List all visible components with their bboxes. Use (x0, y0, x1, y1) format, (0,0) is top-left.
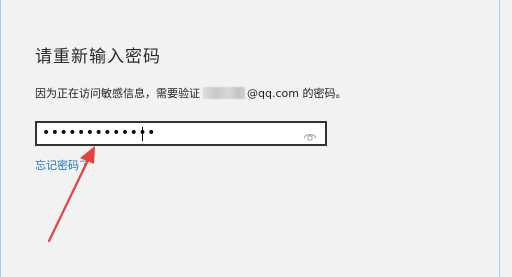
message-suffix: @qq.com 的密码。 (247, 87, 347, 100)
verification-message: 因为正在访问敏感信息，需要验证 @qq.com 的密码。 (35, 85, 346, 101)
dialog-title: 请重新输入密码 (35, 47, 161, 67)
eye-icon[interactable] (303, 128, 317, 141)
annotation-arrow (47, 146, 95, 243)
redacted-account (203, 87, 245, 99)
text-caret (142, 127, 143, 141)
password-value: ••••••••••••• (42, 125, 156, 141)
message-prefix: 因为正在访问敏感信息，需要验证 (35, 87, 200, 100)
